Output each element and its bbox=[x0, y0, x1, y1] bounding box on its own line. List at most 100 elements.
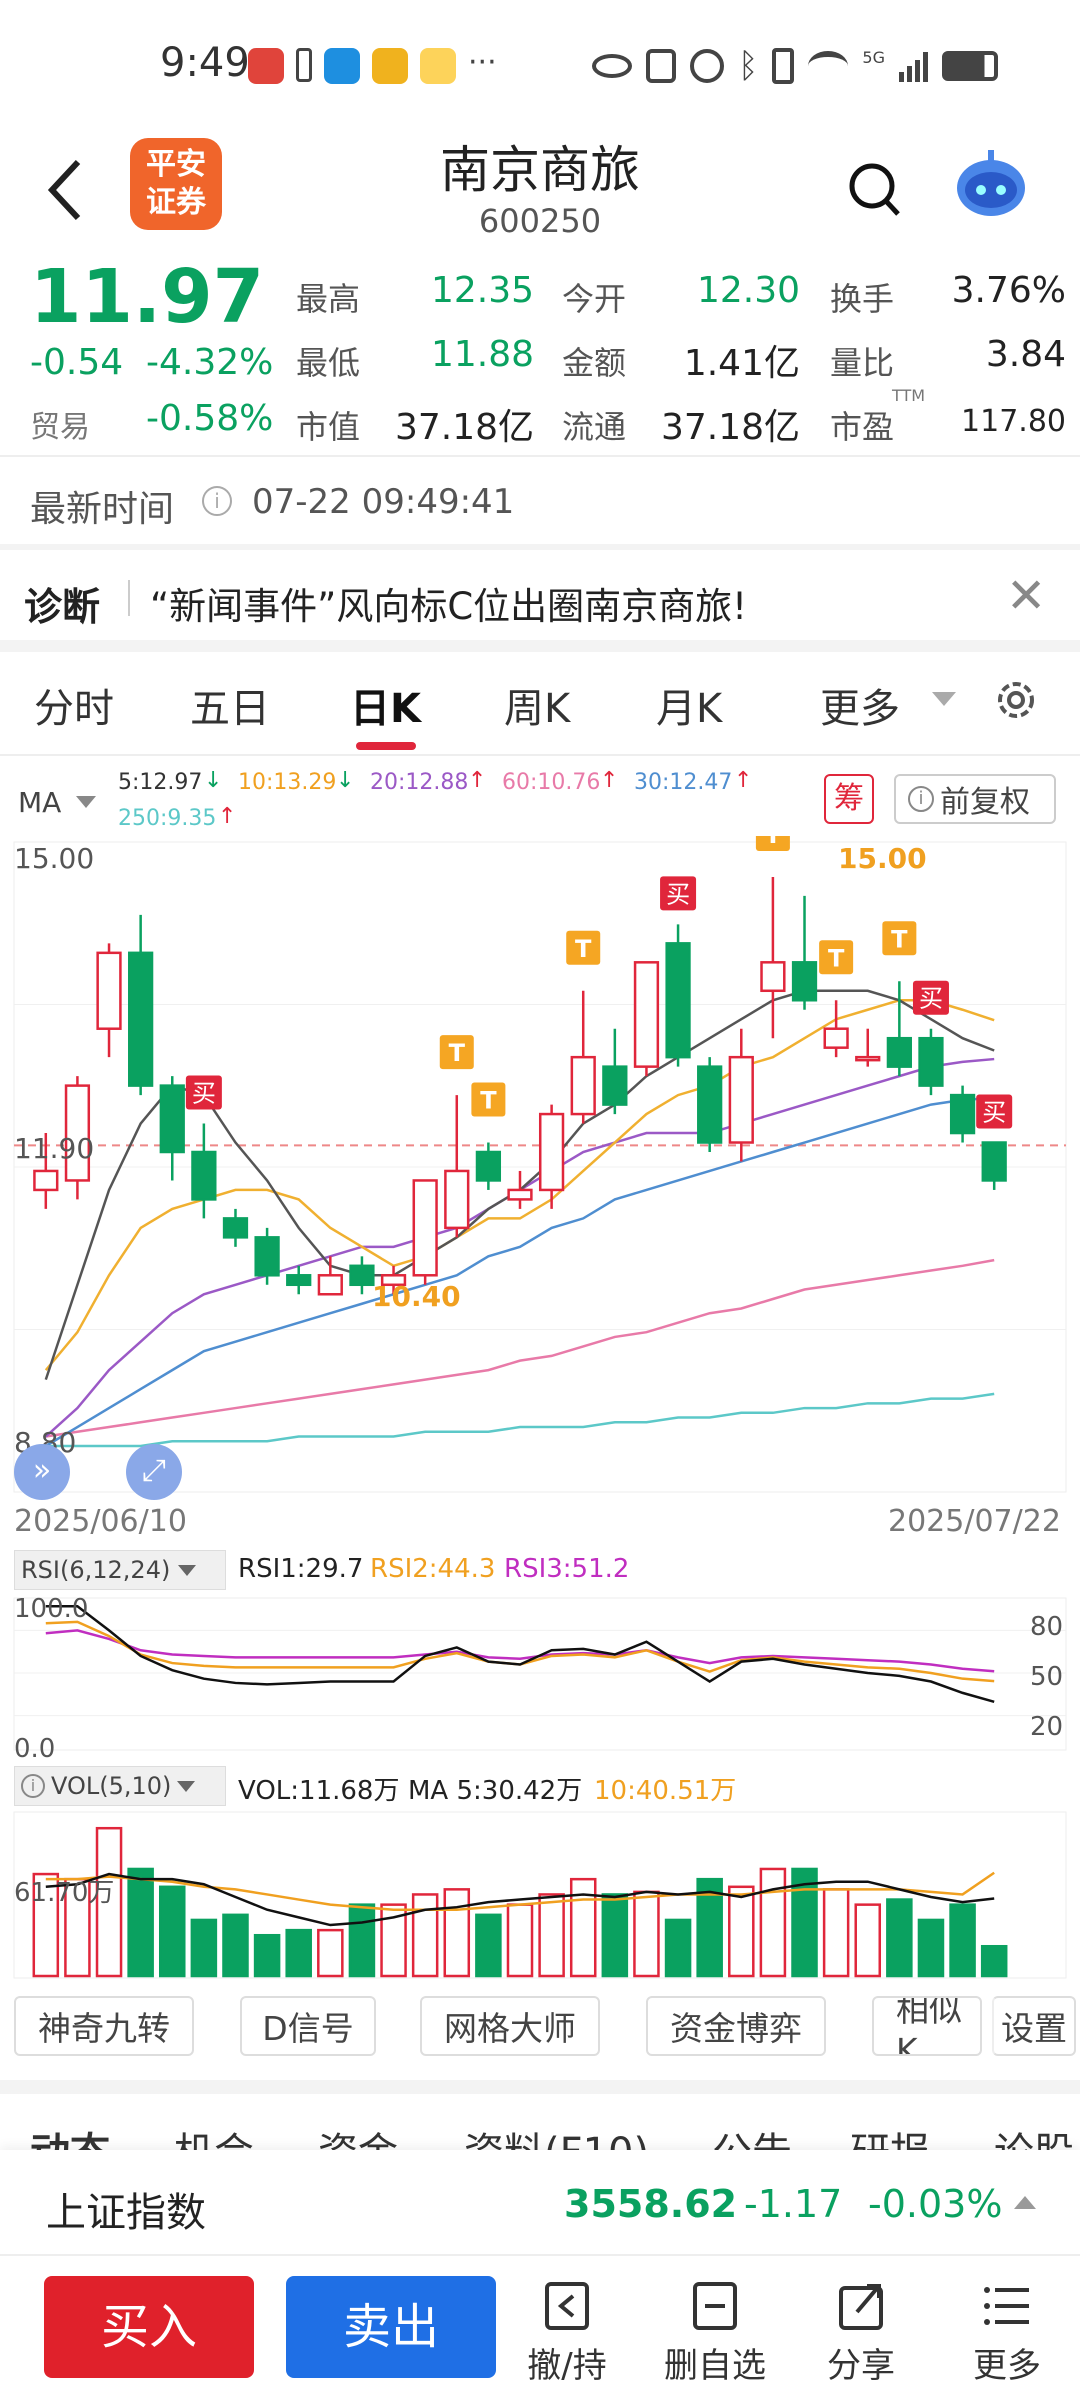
nfc-icon bbox=[646, 49, 676, 83]
share-icon bbox=[839, 2284, 883, 2330]
search-button[interactable] bbox=[846, 154, 906, 224]
minus-box-icon bbox=[693, 2282, 737, 2330]
candle-body bbox=[760, 961, 786, 993]
diagnosis-divider bbox=[128, 580, 130, 616]
wallet-app-icon bbox=[372, 48, 408, 84]
tab-intraday[interactable]: 分时 bbox=[34, 676, 114, 734]
share-button[interactable]: 分享 bbox=[806, 2280, 916, 2390]
ma10-arrow: ↓ bbox=[336, 768, 355, 793]
rsi2-value: RSI2:44.3 bbox=[370, 1554, 496, 1584]
candle-body bbox=[602, 1065, 628, 1106]
diagnosis-bar[interactable]: 诊断 “新闻事件”风向标C位出圈南京商旅! ✕ bbox=[0, 550, 1080, 640]
volume-bar bbox=[158, 1885, 186, 1978]
vol-ma10-value: 10:40.51万 bbox=[594, 1776, 737, 1806]
candle-body bbox=[823, 1027, 849, 1049]
price-change: -0.54 bbox=[30, 342, 124, 383]
candle-body bbox=[633, 961, 660, 1068]
candle-body bbox=[349, 1264, 375, 1287]
more-notifications-icon: ··· bbox=[468, 45, 497, 80]
index-bar[interactable]: 上证指数 3558.62 -1.17 -0.03% bbox=[0, 2150, 1080, 2256]
sell-button[interactable]: 卖出 bbox=[286, 2276, 496, 2378]
cancel-hold-label: 撤/持 bbox=[527, 2346, 607, 2386]
tab-more[interactable]: 更多 bbox=[820, 676, 900, 734]
rsi-selector[interactable]: RSI(6,12,24) bbox=[14, 1550, 226, 1590]
broker-logo[interactable]: 平安 证券 bbox=[130, 138, 222, 230]
ma20-arrow: ↑ bbox=[468, 768, 487, 793]
fullscreen-button[interactable]: ⤢ bbox=[126, 1444, 182, 1500]
menu-list-icon bbox=[984, 2287, 1029, 2325]
chip-button[interactable]: 筹 bbox=[824, 774, 874, 824]
kline-chart[interactable]: TTTTTT买买买买 bbox=[0, 836, 1080, 1496]
rsi-chart[interactable] bbox=[0, 1594, 1080, 1754]
diagnosis-text[interactable]: “新闻事件”风向标C位出圈南京商旅! bbox=[150, 576, 747, 630]
candle-body bbox=[886, 1036, 912, 1068]
tab-monthly-k[interactable]: 月K bbox=[656, 676, 722, 734]
ma-dropdown-icon bbox=[76, 796, 96, 808]
tool-magic-nine[interactable]: 神奇九转 bbox=[14, 1996, 194, 2056]
more-label: 更多 bbox=[973, 2346, 1041, 2386]
rsi-label: RSI(6,12,24) bbox=[21, 1556, 171, 1584]
amount-label: 金额 bbox=[562, 344, 627, 382]
candle-body bbox=[697, 1065, 723, 1144]
adjust-button[interactable]: i 前复权 bbox=[894, 774, 1056, 824]
candle-body bbox=[96, 951, 122, 1030]
buy-button[interactable]: 买入 bbox=[44, 2276, 254, 2378]
pe-value: 117.80 bbox=[961, 404, 1066, 439]
cancel-hold-button[interactable]: 撤/持 bbox=[512, 2280, 622, 2390]
tool-fund-game[interactable]: 资金博弈 bbox=[646, 1996, 826, 2056]
volume-bar bbox=[728, 1885, 755, 1978]
eye-icon bbox=[592, 54, 632, 78]
t-signal-label: T bbox=[765, 836, 782, 849]
tool-d-signal[interactable]: D信号 bbox=[240, 1996, 376, 2056]
volume-chart[interactable] bbox=[0, 1808, 1080, 1980]
turnover-label: 换手 bbox=[830, 280, 895, 318]
tab-five-day[interactable]: 五日 bbox=[190, 676, 270, 734]
header: 平安 证券 南京商旅 600250 bbox=[0, 130, 1080, 250]
candle-body bbox=[981, 1141, 1007, 1182]
volume-bar bbox=[127, 1867, 154, 1978]
ma30-value: 30:12.47 bbox=[634, 770, 733, 795]
close-icon[interactable]: ✕ bbox=[1006, 568, 1046, 624]
y-axis-mid-label: 11.90 bbox=[14, 1132, 95, 1165]
battery-icon bbox=[941, 51, 998, 81]
ma60-value: 60:10.76 bbox=[502, 770, 601, 795]
rsi3-value: RSI3:51.2 bbox=[504, 1554, 630, 1584]
dropdown-icon bbox=[932, 692, 956, 706]
float-value: 37.18亿 bbox=[660, 407, 800, 448]
tool-settings[interactable]: 设置 bbox=[992, 1996, 1076, 2056]
buy-signal-label: 买 bbox=[982, 1099, 1006, 1127]
rsi-bottom-label: 0.0 bbox=[14, 1734, 56, 1764]
divider bbox=[0, 640, 1080, 652]
date-end-label: 2025/07/22 bbox=[888, 1504, 1061, 1539]
game-app-icon bbox=[420, 48, 456, 84]
tool-similar-k[interactable]: 相似K bbox=[872, 1996, 982, 2056]
info-icon[interactable]: i bbox=[202, 486, 232, 516]
vol-selector[interactable]: i VOL(5,10) bbox=[14, 1766, 226, 1806]
weather-app-icon bbox=[324, 48, 360, 84]
remove-watchlist-button[interactable]: 删自选 bbox=[656, 2280, 774, 2390]
ma-label[interactable]: MA bbox=[18, 786, 61, 819]
ai-assistant-button[interactable] bbox=[948, 144, 1034, 224]
expand-up-icon[interactable] bbox=[1014, 2196, 1036, 2209]
turnover-value: 3.76% bbox=[951, 270, 1066, 311]
ma5-value: 5:12.97 bbox=[118, 770, 203, 795]
low-value: 11.88 bbox=[430, 334, 534, 375]
tool-grid-master[interactable]: 网格大师 bbox=[420, 1996, 600, 2056]
volume-bar bbox=[222, 1913, 249, 1978]
low-price-marker: 10.40 bbox=[372, 1280, 461, 1313]
cell-signal-icon bbox=[898, 50, 928, 82]
buy-signal-label: 买 bbox=[192, 1080, 216, 1108]
expand-chart-button[interactable]: » bbox=[14, 1444, 70, 1500]
back-button[interactable] bbox=[36, 154, 96, 226]
vol-value: VOL:11.68万 bbox=[238, 1776, 400, 1806]
candle-body bbox=[412, 1179, 438, 1277]
volume-bar bbox=[348, 1903, 376, 1978]
battery-small-icon bbox=[296, 48, 312, 82]
divider bbox=[0, 455, 1080, 457]
settings-button[interactable] bbox=[992, 676, 1040, 724]
volume-bar bbox=[475, 1913, 502, 1978]
tab-daily-k[interactable]: 日K bbox=[350, 676, 421, 734]
tab-weekly-k[interactable]: 周K bbox=[504, 676, 570, 734]
ma250-line bbox=[45, 1392, 995, 1448]
more-button[interactable]: 更多 bbox=[952, 2280, 1062, 2390]
